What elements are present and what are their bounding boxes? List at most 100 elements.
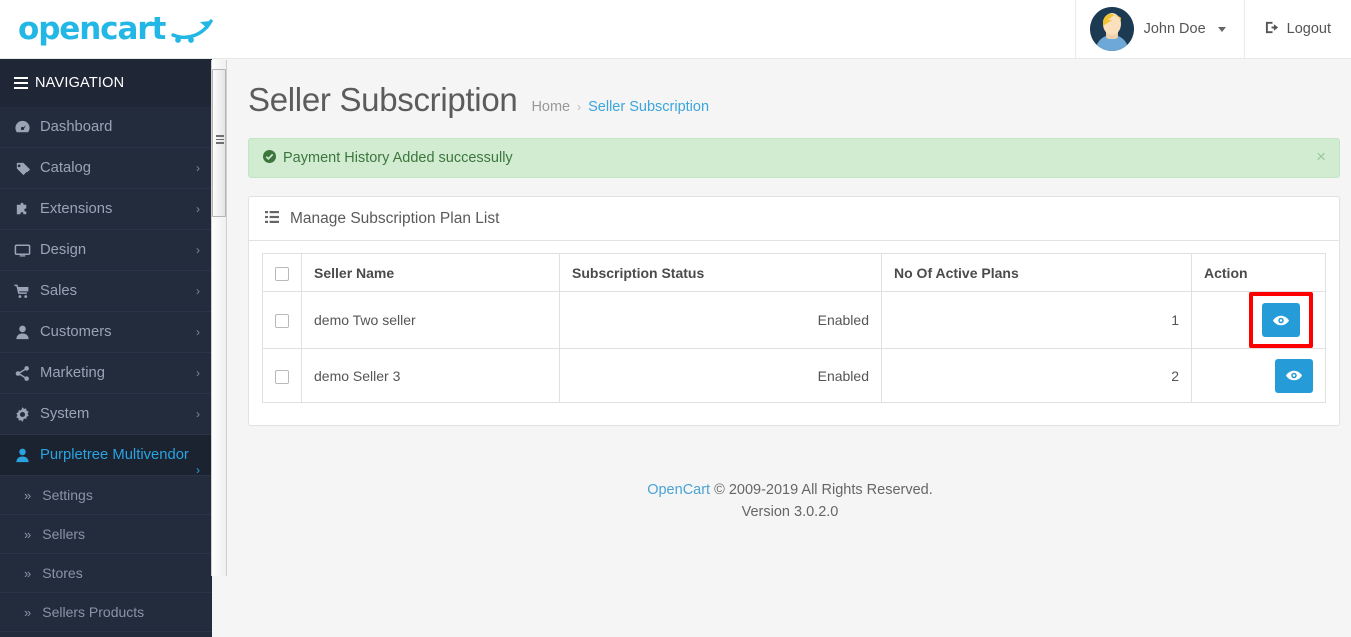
table-row: demo Two seller Enabled 1 <box>262 291 1326 349</box>
sidebar-item-sales[interactable]: Sales › <box>0 271 212 312</box>
chevron-right-icon: › <box>196 161 200 175</box>
footer-version: Version 3.0.2.0 <box>741 503 839 520</box>
opencart-logo[interactable]: opencart <box>0 0 213 59</box>
column-header-action: Action <box>1191 253 1326 292</box>
sidebar-subitem-label: Settings <box>42 487 93 503</box>
sidebar-item-label: Extensions <box>40 201 113 217</box>
chevron-right-icon: › <box>196 202 200 216</box>
user-icon <box>14 324 40 341</box>
column-header-seller-name: Seller Name <box>301 253 560 292</box>
avatar <box>1089 7 1134 51</box>
table-row: demo Seller 3 Enabled 2 <box>262 348 1326 403</box>
logout-button[interactable]: Logout <box>1243 0 1351 58</box>
check-circle-icon <box>263 150 276 166</box>
close-icon[interactable]: × <box>1316 148 1326 165</box>
table-header: Seller Name Subscription Status No Of Ac… <box>262 253 1326 292</box>
footer: OpenCart © 2009-2019 All Rights Reserved… <box>229 480 1351 524</box>
eye-icon <box>1273 315 1289 325</box>
sidebar-item-catalog[interactable]: Catalog › <box>0 148 212 189</box>
panel-body: Seller Name Subscription Status No Of Ac… <box>249 241 1339 425</box>
sidebar-item-label: Dashboard <box>40 119 113 135</box>
cell-subscription-status: Enabled <box>559 348 882 403</box>
sidebar: NAVIGATION Dashboard Catalog › Extension… <box>0 59 212 637</box>
scrollbar-grip-icon <box>216 133 224 146</box>
navigation-label: NAVIGATION <box>35 75 125 91</box>
panel-title: Manage Subscription Plan List <box>290 209 500 227</box>
success-alert: Payment History Added successully × <box>248 138 1340 178</box>
eye-icon <box>1286 370 1302 381</box>
sidebar-scrollbar-thumb[interactable] <box>212 69 226 217</box>
table-body: demo Two seller Enabled 1 demo Seller 3 … <box>262 291 1326 403</box>
cell-action <box>1191 291 1326 349</box>
main-content: Seller Subscription Home › Seller Subscr… <box>229 59 1351 637</box>
logo-text: opencart <box>18 11 166 47</box>
cell-action <box>1191 348 1326 403</box>
user-menu[interactable]: John Doe <box>1074 0 1244 58</box>
row-checkbox[interactable] <box>275 369 289 384</box>
header-spacer <box>212 0 1075 58</box>
sidebar-subitem-settings[interactable]: » Settings <box>0 476 212 515</box>
sidebar-item-label: Marketing <box>40 365 105 381</box>
logout-label: Logout <box>1286 21 1331 37</box>
chevron-right-icon: › <box>196 325 200 339</box>
share-icon <box>14 365 40 382</box>
page-title: Seller Subscription <box>248 81 518 118</box>
opencart-link[interactable]: OpenCart <box>647 482 710 498</box>
highlight-box <box>1249 292 1313 348</box>
view-button[interactable] <box>1262 303 1300 337</box>
row-checkbox[interactable] <box>275 314 289 329</box>
chevron-right-icon: › <box>196 366 200 380</box>
breadcrumb-item-seller-subscription[interactable]: Seller Subscription <box>588 99 709 115</box>
chevron-right-icon: › <box>196 407 200 421</box>
chevron-right-icon: › <box>196 243 200 257</box>
sidebar-item-label: Purpletree Multivendor <box>40 447 189 463</box>
chevron-right-icon: › <box>196 284 200 298</box>
sidebar-item-customers[interactable]: Customers › <box>0 312 212 353</box>
sidebar-item-purpletree-multivendor[interactable]: Purpletree Multivendor › <box>0 435 212 477</box>
gear-icon <box>14 406 40 423</box>
puzzle-icon <box>14 201 40 218</box>
hamburger-icon <box>14 75 28 91</box>
tag-icon <box>14 160 40 177</box>
sidebar-subitem-label: Sellers <box>42 526 86 542</box>
sidebar-subitem-label: Sellers Products <box>42 604 145 620</box>
navigation-header[interactable]: NAVIGATION <box>0 59 212 107</box>
sidebar-item-design[interactable]: Design › <box>0 230 212 271</box>
logout-icon <box>1265 20 1280 39</box>
sidebar-item-system[interactable]: System › <box>0 394 212 435</box>
view-button[interactable] <box>1275 358 1313 393</box>
select-all-checkbox[interactable] <box>275 266 289 281</box>
sidebar-item-extensions[interactable]: Extensions › <box>0 189 212 230</box>
sidebar-subitem-stores[interactable]: » Stores <box>0 554 212 593</box>
breadcrumb-separator-icon: › <box>577 100 582 114</box>
chevron-right-icon: › <box>196 463 200 477</box>
cell-active-plans: 1 <box>881 291 1192 349</box>
cell-seller-name: demo Two seller <box>301 291 560 349</box>
sidebar-item-label: Customers <box>40 324 112 340</box>
breadcrumb-item-home[interactable]: Home <box>531 99 570 115</box>
angle-double-right-icon: » <box>24 487 32 503</box>
sidebar-subitem-sellers-products[interactable]: » Sellers Products <box>0 593 212 632</box>
page-header: Seller Subscription Home › Seller Subscr… <box>229 59 1351 119</box>
angle-double-right-icon: » <box>24 604 32 620</box>
column-header-no-of-active-plans: No Of Active Plans <box>881 253 1192 292</box>
panel-header: Manage Subscription Plan List <box>249 197 1339 241</box>
list-icon <box>265 210 279 227</box>
sidebar-subitem-sellers[interactable]: » Sellers <box>0 515 212 554</box>
sidebar-item-dashboard[interactable]: Dashboard <box>0 107 212 148</box>
sidebar-item-label: Sales <box>40 283 78 299</box>
alert-message: Payment History Added successully <box>283 150 513 166</box>
monitor-icon <box>14 242 40 259</box>
cell-seller-name: demo Seller 3 <box>301 348 560 403</box>
sidebar-item-label: Design <box>40 242 87 258</box>
footer-copyright: © 2009-2019 All Rights Reserved. <box>714 482 933 498</box>
cell-active-plans: 2 <box>881 348 1192 403</box>
sidebar-item-marketing[interactable]: Marketing › <box>0 353 212 394</box>
sidebar-subitem-label: Stores <box>42 565 83 581</box>
user-icon <box>14 447 40 464</box>
table-header-row: Seller Name Subscription Status No Of Ac… <box>262 253 1326 292</box>
caret-down-icon <box>1217 26 1226 32</box>
column-header-subscription-status: Subscription Status <box>559 253 882 292</box>
angle-double-right-icon: » <box>24 565 32 581</box>
subscription-table: Seller Name Subscription Status No Of Ac… <box>262 253 1326 403</box>
